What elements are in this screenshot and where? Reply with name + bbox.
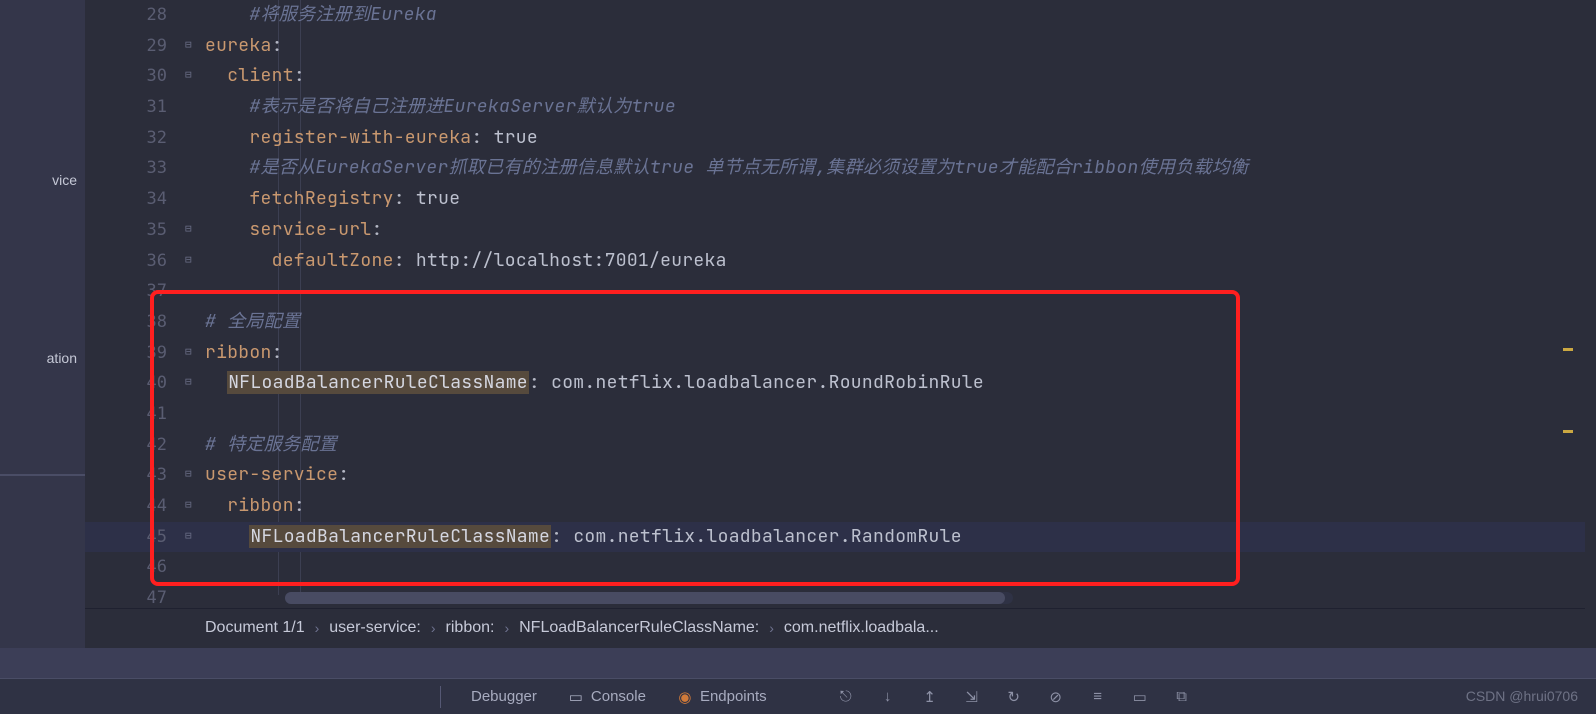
- line-number: 28: [85, 0, 185, 31]
- breadcrumb-bar[interactable]: Document 1/1 › user-service: › ribbon: ›…: [85, 608, 1585, 646]
- code-line[interactable]: 45⊟ NFLoadBalancerRuleClassName: com.net…: [85, 522, 1585, 553]
- code-text[interactable]: fetchRegistry: true: [205, 184, 460, 215]
- line-number: 37: [85, 276, 185, 307]
- code-text[interactable]: defaultZone: http://localhost:7001/eurek…: [205, 246, 727, 277]
- line-number: 42: [85, 430, 185, 461]
- code-line[interactable]: 33 #是否从EurekaServer抓取已有的注册信息默认true 单节点无所…: [85, 153, 1585, 184]
- endpoint-icon: ◉: [676, 688, 694, 706]
- code-line[interactable]: 40⊟ NFLoadBalancerRuleClassName: com.net…: [85, 368, 1585, 399]
- line-number: 30: [85, 61, 185, 92]
- code-line[interactable]: 32 register-with-eureka: true: [85, 123, 1585, 154]
- code-line[interactable]: 43⊟user-service:: [85, 460, 1585, 491]
- toolbar-action-icon[interactable]: ⊘: [1047, 688, 1065, 706]
- fold-gutter[interactable]: ⊟: [185, 522, 205, 553]
- code-text[interactable]: client:: [205, 61, 305, 92]
- chevron-right-icon: ›: [769, 620, 774, 636]
- line-number: 41: [85, 399, 185, 430]
- chevron-right-icon: ›: [315, 620, 320, 636]
- watermark-text: CSDN @hrui0706: [1466, 688, 1578, 704]
- editor-overview-ruler[interactable]: [1561, 0, 1573, 595]
- toolbar-action-icon[interactable]: ↻: [1005, 688, 1023, 706]
- code-text[interactable]: service-url:: [205, 215, 383, 246]
- toolbar-action-icon[interactable]: ≡: [1089, 688, 1107, 706]
- toolbar-action-icon[interactable]: ⇲: [963, 688, 981, 706]
- toolbar-action-icon[interactable]: ▭: [1131, 688, 1149, 706]
- line-number: 40: [85, 368, 185, 399]
- code-text[interactable]: # 全局配置: [205, 307, 300, 338]
- code-text[interactable]: # 特定服务配置: [205, 430, 337, 461]
- toolbar-action-icon[interactable]: ⎋: [837, 688, 855, 706]
- fold-gutter[interactable]: ⊟: [185, 31, 205, 62]
- sidebar-item-2[interactable]: ation: [47, 350, 77, 366]
- tab-console[interactable]: ▭ Console: [567, 688, 646, 706]
- chevron-right-icon: ›: [504, 620, 509, 636]
- code-line[interactable]: 42 # 特定服务配置: [85, 430, 1585, 461]
- line-number: 38: [85, 307, 185, 338]
- line-number: 44: [85, 491, 185, 522]
- code-text[interactable]: user-service:: [205, 460, 349, 491]
- fold-gutter[interactable]: ⊟: [185, 460, 205, 491]
- chevron-right-icon: ›: [431, 620, 436, 636]
- toolbar-action-icon[interactable]: ↓: [879, 688, 897, 706]
- fold-gutter[interactable]: ⊟: [185, 338, 205, 369]
- code-line[interactable]: 38 # 全局配置: [85, 307, 1585, 338]
- horizontal-scrollbar-thumb[interactable]: [285, 592, 1005, 604]
- fold-gutter[interactable]: ⊟: [185, 61, 205, 92]
- code-text[interactable]: #将服务注册到Eureka: [205, 0, 437, 31]
- line-number: 46: [85, 552, 185, 583]
- line-number: 35: [85, 215, 185, 246]
- line-number: 43: [85, 460, 185, 491]
- line-number: 33: [85, 153, 185, 184]
- code-line[interactable]: 44⊟ ribbon:: [85, 491, 1585, 522]
- code-text[interactable]: #表示是否将自己注册进EurekaServer默认为true: [205, 92, 676, 123]
- code-line[interactable]: 34 fetchRegistry: true: [85, 184, 1585, 215]
- line-number: 29: [85, 31, 185, 62]
- breadcrumb-segment[interactable]: NFLoadBalancerRuleClassName:: [519, 619, 759, 637]
- code-text[interactable]: NFLoadBalancerRuleClassName: com.netflix…: [205, 522, 962, 553]
- tab-endpoints[interactable]: ◉ Endpoints: [676, 688, 767, 706]
- toolbar-action-icon[interactable]: ⧉: [1173, 688, 1191, 706]
- fold-gutter[interactable]: ⊟: [185, 491, 205, 522]
- code-line[interactable]: 31 #表示是否将自己注册进EurekaServer默认为true: [85, 92, 1585, 123]
- line-number: 36: [85, 246, 185, 277]
- code-line[interactable]: 28 #将服务注册到Eureka: [85, 0, 1585, 31]
- breadcrumb-segment[interactable]: com.netflix.loadbala...: [784, 619, 939, 637]
- console-icon: ▭: [567, 688, 585, 706]
- tool-sidebar: vice ation: [0, 0, 85, 648]
- code-line[interactable]: 30⊟ client:: [85, 61, 1585, 92]
- line-number: 34: [85, 184, 185, 215]
- fold-gutter[interactable]: ⊟: [185, 368, 205, 399]
- code-line[interactable]: 41: [85, 399, 1585, 430]
- fold-gutter[interactable]: ⊟: [185, 215, 205, 246]
- code-text[interactable]: #是否从EurekaServer抓取已有的注册信息默认true 单节点无所谓,集…: [205, 153, 1248, 184]
- breadcrumb-segment[interactable]: ribbon:: [446, 619, 495, 637]
- code-text[interactable]: NFLoadBalancerRuleClassName: com.netflix…: [205, 368, 984, 399]
- code-editor[interactable]: 28 #将服务注册到Eureka29⊟eureka:30⊟ client:31 …: [85, 0, 1585, 595]
- bottom-toolbar: Debugger ▭ Console ◉ Endpoints ⎋ ↓ ↥ ⇲ ↻ ⊘ ≡ ▭ ⧉: [0, 678, 1596, 714]
- code-line[interactable]: 36⊟ defaultZone: http://localhost:7001/e…: [85, 246, 1585, 277]
- code-text[interactable]: eureka:: [205, 31, 283, 62]
- line-number: 32: [85, 123, 185, 154]
- breadcrumb-segment[interactable]: user-service:: [329, 619, 421, 637]
- code-line[interactable]: 35⊟ service-url:: [85, 215, 1585, 246]
- code-line[interactable]: 37: [85, 276, 1585, 307]
- code-line[interactable]: 29⊟eureka:: [85, 31, 1585, 62]
- horizontal-scrollbar[interactable]: [285, 592, 1013, 604]
- breadcrumb-segment[interactable]: Document 1/1: [205, 619, 305, 637]
- code-line[interactable]: 46: [85, 552, 1585, 583]
- code-text[interactable]: ribbon:: [205, 491, 305, 522]
- toolbar-action-icon[interactable]: ↥: [921, 688, 939, 706]
- code-text[interactable]: register-with-eureka: true: [205, 123, 538, 154]
- sidebar-item-1[interactable]: vice: [52, 172, 77, 188]
- code-text[interactable]: ribbon:: [205, 338, 283, 369]
- fold-gutter[interactable]: ⊟: [185, 246, 205, 277]
- line-number: 39: [85, 338, 185, 369]
- statusbar-belt: [0, 648, 1596, 678]
- line-number: 45: [85, 522, 185, 553]
- line-number: 31: [85, 92, 185, 123]
- code-line[interactable]: 39⊟ribbon:: [85, 338, 1585, 369]
- tab-debugger[interactable]: Debugger: [471, 688, 537, 705]
